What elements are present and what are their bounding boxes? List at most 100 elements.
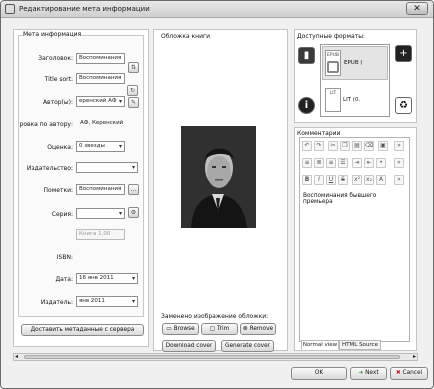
tag-editor-button[interactable]: … bbox=[128, 184, 139, 195]
lit-badge: LIT bbox=[329, 91, 337, 96]
comments-group-title: Комментарии bbox=[297, 130, 341, 137]
bold-button[interactable]: B bbox=[302, 175, 312, 185]
info-icon[interactable]: i bbox=[298, 97, 315, 114]
select-all-icon[interactable]: ▣ bbox=[378, 141, 388, 151]
tags-label: Пометки: bbox=[43, 187, 73, 194]
publisher-label: Издательство: bbox=[26, 165, 73, 172]
comments-text[interactable]: Воспоминания бывшего премьера bbox=[303, 193, 407, 205]
cancel-label: Cancel bbox=[402, 370, 423, 376]
series-combo[interactable] bbox=[76, 208, 125, 219]
author-edit-button[interactable]: ✎ bbox=[128, 97, 139, 108]
color-icon[interactable]: A bbox=[376, 175, 386, 185]
isbn-label: ISBN: bbox=[56, 254, 73, 261]
next-label: Next bbox=[365, 370, 379, 376]
close-button[interactable]: ✕ bbox=[406, 2, 428, 15]
tags-input[interactable]: Воспоминания bbox=[76, 184, 125, 195]
published-label: Издатель: bbox=[40, 299, 73, 306]
series-label: Серия: bbox=[51, 211, 73, 218]
cover-group-title: Обложка книги bbox=[161, 33, 211, 40]
rating-spinbox[interactable]: 0 звезды bbox=[76, 141, 125, 152]
list-icon[interactable]: • bbox=[376, 158, 386, 168]
more-icon-3[interactable]: » bbox=[394, 175, 404, 185]
meta-group-title: Мета информация bbox=[23, 31, 82, 38]
lit-format-icon: LIT bbox=[325, 88, 341, 112]
format-item[interactable]: EPUB EPUB ( bbox=[322, 46, 388, 80]
auto-title-sort-button[interactable]: ↻ bbox=[127, 85, 138, 96]
indent-icon[interactable]: ⇥ bbox=[352, 158, 362, 168]
formats-list[interactable]: EPUB EPUB ( LIT LIT (0. bbox=[320, 44, 390, 117]
browse-label: Browse bbox=[173, 326, 195, 332]
trim-label: Trim bbox=[216, 326, 230, 332]
cut-icon[interactable]: ✂ bbox=[328, 141, 338, 151]
author-sort-input[interactable]: АФ, Керенский bbox=[78, 119, 133, 130]
swap-title-author-button[interactable]: ⇅ bbox=[128, 62, 139, 73]
copy-icon[interactable]: ❐ bbox=[340, 141, 350, 151]
strikethrough-button[interactable]: S bbox=[338, 175, 348, 185]
title-label: Заголовок: bbox=[38, 55, 73, 62]
remove-cover-button[interactable]: ⊗ Remove bbox=[240, 323, 276, 335]
remove-icon: ⊗ bbox=[242, 326, 250, 332]
scrollbar-thumb[interactable] bbox=[24, 355, 400, 359]
trim-cover-button[interactable]: ▢ Trim bbox=[201, 323, 238, 335]
browse-cover-button[interactable]: ▭ Browse bbox=[162, 323, 199, 335]
tab-html-source[interactable]: HTML Source bbox=[339, 340, 381, 350]
remove-label: Remove bbox=[249, 326, 274, 332]
add-format-icon[interactable]: + bbox=[395, 45, 412, 62]
title-bar: Редактирование мета информации ✕ bbox=[1, 1, 433, 18]
fetch-metadata-button[interactable]: Доставить метаданные с сервера bbox=[21, 324, 144, 336]
authors-input[interactable]: еренский АФ bbox=[76, 96, 125, 107]
align-right-icon[interactable]: ≡ bbox=[326, 158, 336, 168]
undo-icon[interactable]: ↶ bbox=[302, 141, 312, 151]
trim-icon: ▢ bbox=[209, 326, 217, 332]
author-sort-label: ровка по автору: bbox=[19, 121, 73, 128]
window-title: Редактирование мета информации bbox=[19, 5, 150, 13]
horizontal-scrollbar[interactable]: ◂ ▸ bbox=[13, 353, 418, 361]
download-cover-button[interactable]: Download cover bbox=[162, 340, 216, 352]
published-date-edit[interactable]: янв 2011 bbox=[76, 296, 138, 307]
date-edit[interactable]: 16 янв 2011 bbox=[76, 273, 138, 284]
title-sort-label: Title sort: bbox=[44, 76, 73, 83]
format-item[interactable]: LIT LIT (0. bbox=[322, 82, 388, 116]
cancel-icon: ✖ bbox=[395, 370, 403, 376]
app-icon bbox=[5, 4, 15, 14]
more-icon[interactable]: » bbox=[394, 141, 404, 151]
more-icon-2[interactable]: » bbox=[394, 158, 404, 168]
scroll-right-icon[interactable]: ▸ bbox=[413, 353, 416, 360]
subscript-icon[interactable]: x₂ bbox=[364, 175, 374, 185]
cover-image bbox=[181, 126, 256, 228]
cover-changed-label: Заменено изображение обложки: bbox=[161, 313, 269, 320]
tab-normal-view[interactable]: Normal view bbox=[301, 340, 339, 350]
clear-icon[interactable]: ⌫ bbox=[364, 141, 374, 151]
remove-series-button[interactable]: ⚙ bbox=[128, 207, 139, 218]
formats-group-title: Доступные форматы: bbox=[297, 33, 365, 40]
epub-badge: EPUB bbox=[327, 53, 339, 58]
scroll-left-icon[interactable]: ◂ bbox=[15, 353, 18, 360]
italic-button[interactable]: I bbox=[314, 175, 324, 185]
generate-cover-button[interactable]: Generate cover bbox=[221, 340, 274, 352]
folder-icon: ▭ bbox=[166, 326, 174, 332]
paste-icon[interactable]: ▤ bbox=[352, 141, 362, 151]
rating-label: Оценка: bbox=[47, 144, 73, 151]
add-format-book-icon[interactable]: ▮ bbox=[298, 47, 315, 64]
superscript-icon[interactable]: x² bbox=[352, 175, 362, 185]
align-left-icon[interactable]: ≡ bbox=[302, 158, 312, 168]
outdent-icon[interactable]: ⇤ bbox=[364, 158, 374, 168]
metadata-dialog: Редактирование мета информации ✕ Мета ин… bbox=[0, 0, 434, 389]
title-sort-input[interactable]: Воспоминания bbox=[76, 73, 125, 84]
authors-label: Автор(ы): bbox=[42, 99, 73, 106]
lit-format-label: LIT (0. bbox=[343, 97, 361, 103]
series-index-spinbox[interactable]: Книга 1,00 bbox=[76, 229, 125, 240]
epub-format-icon: EPUB bbox=[325, 50, 341, 76]
redo-icon[interactable]: ↷ bbox=[314, 141, 324, 151]
justify-icon[interactable]: ☰ bbox=[338, 158, 348, 168]
align-center-icon[interactable]: ≣ bbox=[314, 158, 324, 168]
publisher-combo[interactable] bbox=[76, 162, 138, 173]
underline-button[interactable]: U bbox=[326, 175, 336, 185]
cancel-button[interactable]: ✖ Cancel bbox=[390, 367, 428, 380]
remove-format-icon[interactable]: ♻ bbox=[395, 97, 412, 114]
ok-button[interactable]: OK bbox=[291, 367, 347, 380]
title-input[interactable]: Воспоминания bbox=[76, 53, 125, 64]
date-label: Дата: bbox=[55, 276, 73, 283]
next-button[interactable]: ➜ Next bbox=[350, 367, 387, 380]
isbn-input[interactable] bbox=[76, 252, 131, 263]
